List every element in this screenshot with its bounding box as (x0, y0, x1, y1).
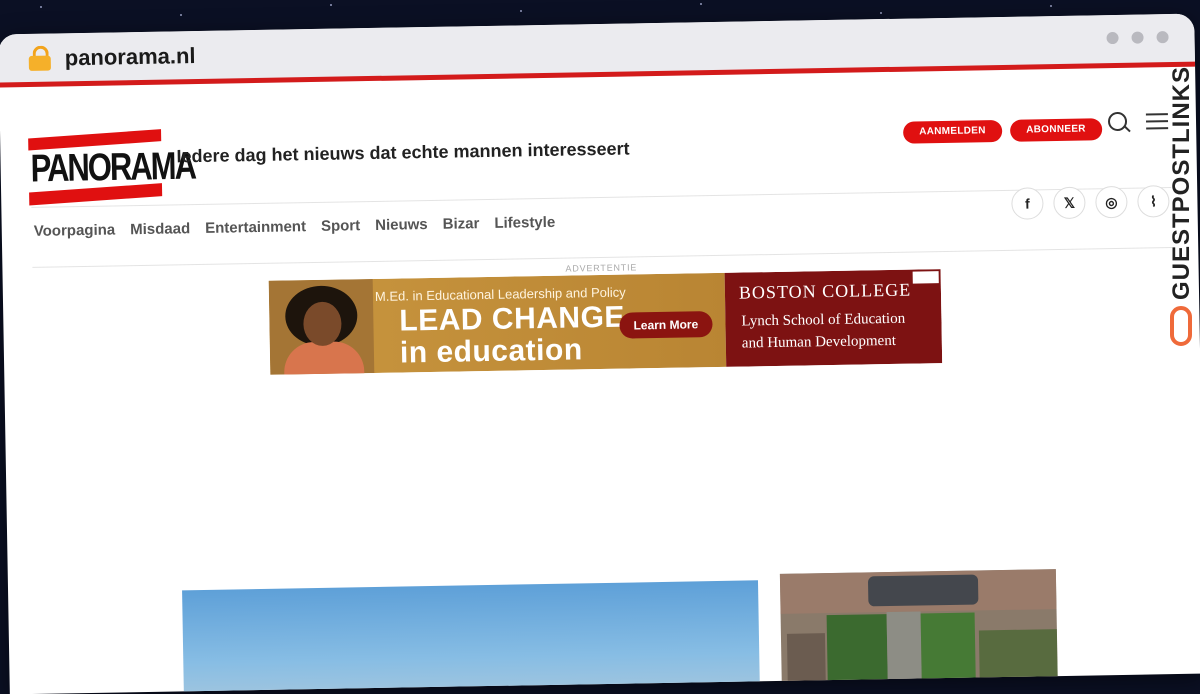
social-links: f 𝕏 ◎ ⌇ (1011, 185, 1170, 220)
nav-item-sport[interactable]: Sport (321, 217, 360, 235)
advertisement-banner[interactable]: M.Ed. in Educational Leadership and Poli… (268, 269, 943, 375)
ad-person-photo (268, 278, 375, 375)
login-button[interactable]: AANMELDEN (902, 119, 1002, 144)
nav-item-misdaad[interactable]: Misdaad (130, 220, 190, 238)
ad-headline-line2: in education (399, 333, 583, 370)
nav-item-voorpagina[interactable]: Voorpagina (34, 221, 116, 239)
ad-college-name: BOSTON COLLEGE (738, 279, 912, 303)
main-nav: Voorpagina Misdaad Entertainment Sport N… (34, 214, 556, 240)
ad-school-name: Lynch School of Education and Human Deve… (741, 308, 905, 355)
window-dot-icon[interactable] (1106, 31, 1119, 45)
side-article-image[interactable] (779, 569, 1059, 694)
ad-school-line1: Lynch School of Education (741, 310, 906, 330)
lock-icon (28, 45, 51, 71)
hamburger-menu-icon[interactable] (1145, 113, 1169, 131)
ad-label: ADVERTENTIE (565, 262, 638, 274)
instagram-icon[interactable]: ◎ (1095, 185, 1128, 219)
page-content: PANORAMA Iedere dag het nieuws dat echte… (0, 67, 1200, 694)
window-dot-icon[interactable] (1131, 31, 1144, 44)
window-controls (1106, 31, 1169, 45)
window-dot-icon[interactable] (1156, 31, 1169, 44)
link-icon (1170, 306, 1192, 346)
nav-item-bizar[interactable]: Bizar (443, 215, 480, 233)
rss-icon[interactable]: ⌇ (1137, 185, 1170, 218)
site-tagline: Iedere dag het nieuws dat echte mannen i… (176, 138, 630, 167)
site-logo[interactable]: PANORAMA (28, 129, 195, 206)
nav-item-entertainment[interactable]: Entertainment (205, 218, 306, 237)
hero-article-image[interactable] (182, 580, 761, 694)
ad-headline-line1: LEAD CHANGE (399, 300, 626, 338)
subscribe-button[interactable]: ABONNEER (1009, 118, 1102, 142)
ad-learn-more-button[interactable]: Learn More (619, 311, 713, 339)
url-text[interactable]: panorama.nl (65, 43, 196, 71)
x-icon[interactable]: 𝕏 (1053, 186, 1086, 220)
nav-item-lifestyle[interactable]: Lifestyle (494, 214, 555, 232)
nav-item-nieuws[interactable]: Nieuws (375, 216, 428, 234)
ad-school-line2: and Human Development (741, 332, 897, 352)
facebook-icon[interactable]: f (1011, 187, 1044, 220)
ad-choices-icon[interactable] (912, 271, 939, 284)
header-divider (31, 187, 1172, 208)
browser-window: panorama.nl PANORAMA Iedere dag het nieu… (0, 13, 1200, 694)
search-icon[interactable] (1107, 111, 1131, 134)
watermark-text: GUESTPOSTLINKS (1168, 65, 1195, 301)
